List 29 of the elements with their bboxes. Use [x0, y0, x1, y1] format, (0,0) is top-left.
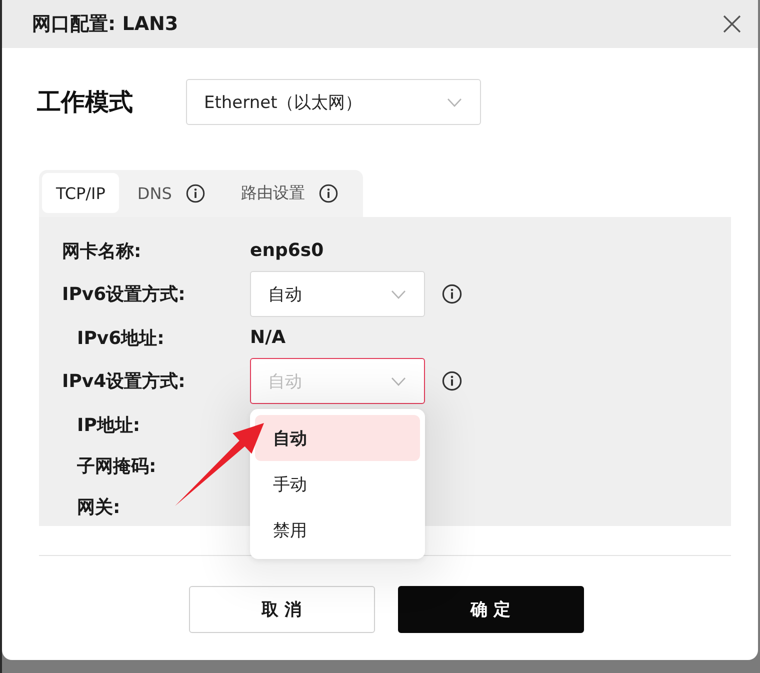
tab[interactable]: DNS [123, 173, 219, 213]
field-label: IPv6地址: [76, 326, 166, 350]
info-icon[interactable] [442, 371, 462, 391]
info-icon[interactable] [318, 184, 338, 202]
cancel-button[interactable]: 取 消 [188, 586, 374, 633]
menu-option[interactable]: 禁用 [255, 507, 420, 553]
field-label: IPv4设置方式: [61, 370, 186, 393]
info-icon[interactable] [442, 284, 462, 304]
info-icon[interactable] [186, 184, 205, 202]
select-field[interactable]: 自动 [250, 271, 425, 317]
tab[interactable]: 路由设置 [226, 173, 352, 213]
confirm-button[interactable]: 确 定 [398, 586, 584, 633]
field-label: 网卡名称: [61, 240, 142, 262]
field-value: N/A [250, 327, 286, 348]
tab[interactable]: TCP/IP [42, 173, 120, 213]
field-label: 子网掩码: [76, 454, 158, 478]
work-mode-label: 工作模式 [37, 87, 134, 118]
menu-option[interactable]: 自动 [255, 415, 420, 461]
chevron-down-icon [391, 376, 406, 386]
field-label: 网关: [76, 496, 122, 518]
field-value: enp6s0 [250, 240, 324, 261]
chevron-down-icon [391, 290, 406, 298]
menu-option[interactable]: 手动 [255, 461, 420, 507]
field-label: IP地址: [76, 414, 142, 436]
chevron-down-icon [447, 98, 462, 106]
close-icon[interactable] [723, 15, 741, 33]
dialog-title: 网口配置: LAN3 [32, 12, 178, 37]
work-mode-select[interactable]: Ethernet（以太网） [186, 79, 481, 125]
field-label: IPv6设置方式: [61, 283, 186, 306]
